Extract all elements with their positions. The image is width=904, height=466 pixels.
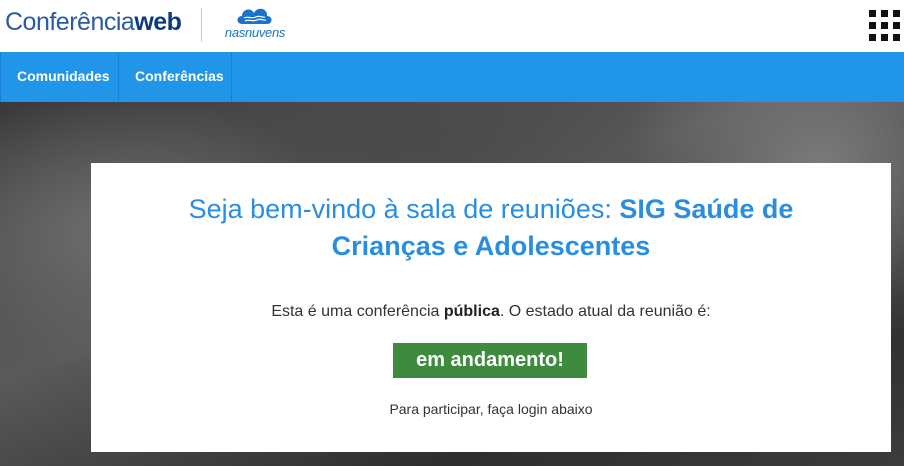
logo-bold-text: web xyxy=(134,8,182,36)
public-label: pública xyxy=(443,303,500,320)
welcome-title: Seja bem-vindo à sala de reuniões: SIG S… xyxy=(131,191,851,265)
welcome-card: Seja bem-vindo à sala de reuniões: SIG S… xyxy=(91,163,891,452)
main-navbar: Comunidades Conferências xyxy=(0,52,904,102)
login-hint: Para participar, faça login abaixo xyxy=(389,401,593,417)
top-header: Conferênciaweb nasnuvens xyxy=(0,0,904,52)
title-prefix: Seja bem-vindo à sala de reuniões: xyxy=(188,194,620,224)
conferenciaweb-logo[interactable]: Conferênciaweb xyxy=(5,7,182,37)
status-badge: em andamento! xyxy=(393,343,587,378)
status-text-2: . O estado atual da reunião é: xyxy=(499,303,711,320)
status-line: Esta é uma conferência pública. O estado… xyxy=(91,303,891,321)
nasnuvens-logo[interactable]: nasnuvens xyxy=(219,4,291,44)
status-text-1: Esta é uma conferência xyxy=(271,303,444,320)
nasnuvens-text: nasnuvens xyxy=(224,25,286,40)
logo-light-text: Conferência xyxy=(5,8,135,36)
header-divider xyxy=(201,8,202,42)
cloud-icon xyxy=(237,8,272,24)
apps-grid-button[interactable] xyxy=(868,9,902,43)
nav-comunidades[interactable]: Comunidades xyxy=(0,52,119,102)
nav-conferencias[interactable]: Conferências xyxy=(119,52,232,102)
